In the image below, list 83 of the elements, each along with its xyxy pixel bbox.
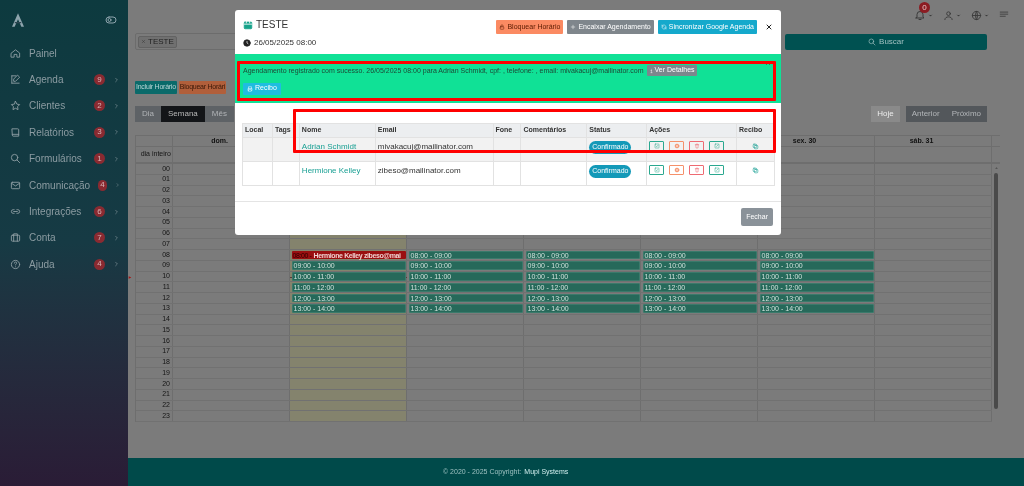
sidebar-item[interactable]: Agenda 9 — [8, 66, 120, 93]
close-icon[interactable] — [765, 23, 773, 31]
delete-button[interactable] — [689, 165, 705, 175]
search-icon — [10, 153, 21, 165]
nav-button[interactable]: Anterior — [905, 106, 946, 122]
count-badge: 6 — [94, 206, 105, 218]
view-tab[interactable]: Semana — [161, 106, 205, 122]
sidebar-item[interactable]: Painel — [8, 40, 120, 67]
delete-button[interactable] — [689, 141, 705, 151]
bell-icon[interactable] — [914, 9, 926, 21]
chevron-icon — [113, 128, 120, 137]
sidebar-item[interactable]: Conta 7 — [8, 224, 120, 252]
edit-button[interactable] — [709, 165, 725, 175]
sidebar-item[interactable]: Comunicação 4 — [8, 171, 120, 199]
calendar-icon — [243, 19, 253, 30]
cancel-button[interactable] — [669, 165, 685, 175]
appointment-datetime: 26/05/2025 08:00 — [254, 37, 317, 49]
search-icon — [868, 37, 877, 46]
toggle-icon[interactable] — [104, 14, 118, 26]
cancel-button[interactable] — [669, 141, 685, 151]
scrollbar-thumb[interactable] — [994, 173, 998, 409]
edit-button[interactable] — [709, 141, 725, 151]
sidebar-item[interactable]: Relatórios 3 — [8, 119, 120, 146]
tag-chip[interactable]: TESTE — [138, 35, 177, 48]
nav-button[interactable]: Próximo — [945, 106, 987, 122]
count-badge: 7 — [94, 232, 105, 244]
x-circle-icon — [673, 167, 680, 173]
sidebar-item[interactable]: Ajuda 4 — [8, 251, 120, 278]
sidebar-item[interactable]: Clientes 2 — [8, 92, 120, 120]
lock-icon — [499, 24, 506, 30]
count-badge: 1 — [94, 153, 105, 165]
printer-icon — [247, 85, 253, 92]
edit-icon — [10, 74, 21, 86]
check-square-icon — [653, 143, 660, 149]
plus-icon — [570, 24, 577, 30]
search-button[interactable]: Buscar — [785, 33, 987, 50]
copy-icon[interactable] — [752, 142, 759, 150]
chevron-icon — [113, 154, 120, 163]
help-icon — [10, 258, 21, 270]
x-circle-icon — [673, 143, 680, 149]
caret-icon — [956, 12, 961, 18]
count-badge: 2 — [94, 100, 105, 112]
chevron-icon — [114, 181, 120, 190]
menu-icon[interactable] — [999, 10, 1009, 20]
chevron-icon — [113, 260, 120, 269]
view-tab[interactable]: Dia — [135, 106, 161, 122]
caret-icon — [928, 12, 933, 18]
count-badge: 3 — [94, 126, 105, 138]
chevron-icon — [113, 233, 120, 242]
sidebar-item[interactable]: Formulários 1 — [8, 145, 120, 172]
confirm-button[interactable] — [649, 141, 665, 151]
chevron-icon — [113, 207, 120, 216]
confirm-button[interactable] — [649, 165, 665, 175]
clock-icon — [243, 39, 251, 47]
modal-title: TESTE — [256, 18, 289, 32]
book-icon — [10, 126, 21, 138]
count-badge: 4 — [94, 258, 105, 270]
table-cell: zibeso@mailinator.com — [377, 166, 461, 175]
view-tab[interactable]: Mês — [204, 106, 234, 122]
close-icon — [141, 39, 146, 44]
chevron-icon — [113, 101, 120, 110]
briefcase-icon — [10, 232, 21, 244]
sidebar-item[interactable]: Integrações 6 — [8, 198, 120, 225]
caret-icon — [984, 12, 989, 18]
table-cell: mivakacuj@mailinator.com — [377, 142, 473, 151]
info-icon — [648, 67, 654, 74]
edit-icon — [713, 143, 720, 149]
star-icon — [10, 100, 21, 112]
sync-icon — [660, 24, 667, 30]
count-badge: 9 — [94, 74, 105, 86]
trash-icon — [693, 143, 700, 149]
count-badge: 0 — [919, 2, 930, 13]
mail-icon — [10, 179, 21, 191]
copy-icon[interactable] — [752, 166, 759, 174]
edit-icon — [713, 167, 720, 173]
trash-icon — [693, 167, 700, 173]
globe-icon[interactable] — [971, 9, 982, 21]
logo-icon — [10, 11, 26, 29]
user-icon[interactable] — [943, 9, 954, 21]
check-square-icon — [653, 167, 660, 173]
chevron-icon — [113, 75, 120, 84]
home-icon — [10, 47, 21, 59]
count-badge: 4 — [98, 179, 107, 191]
